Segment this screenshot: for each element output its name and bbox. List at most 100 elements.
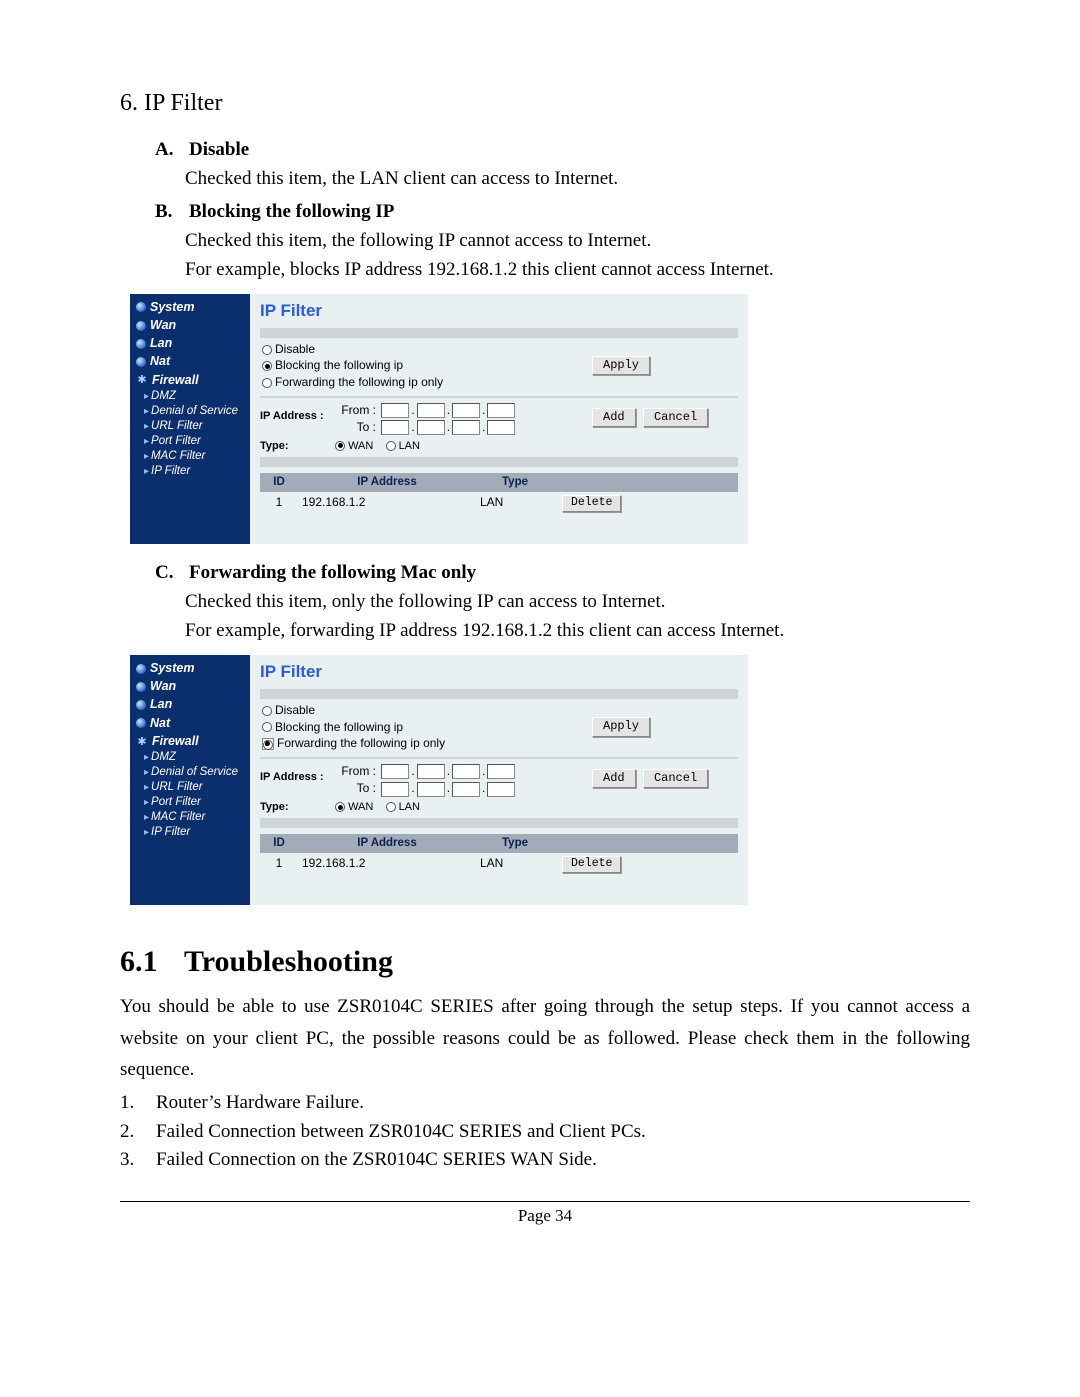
sidebar-item-wan-2[interactable]: Wan [136,677,246,695]
divider-bar [260,328,738,338]
ip-from-2b[interactable] [417,764,445,779]
troubleshooting-heading: 6.1Troubleshooting [120,945,970,979]
add-button-2[interactable]: Add [592,769,636,789]
sidebar-sub-urlfilter-2[interactable]: URL Filter [136,780,246,795]
ip-to-2[interactable] [417,420,445,435]
ip-filter-table-2: ID IP Address Type 1 192.168.1.2 LAN Del… [260,834,738,875]
ip-to-4b[interactable] [487,782,515,797]
radio-blocking-2[interactable] [262,722,272,732]
sidebar-item-lan-2[interactable]: Lan [136,695,246,713]
type-lan-label-2: LAN [399,801,420,813]
footer-rule [120,1201,970,1202]
radio-forwarding-2[interactable] [262,738,274,750]
item-letter-a: A. [155,139,185,161]
sidebar-item-system-2[interactable]: System [136,659,246,677]
item-title-b: Blocking the following IP [189,201,394,222]
add-button[interactable]: Add [592,408,636,428]
ip-to-1[interactable] [381,420,409,435]
sidebar-item-nat-2[interactable]: Nat [136,714,246,732]
from-label-2: From : [336,764,376,780]
radio-disable-2[interactable] [262,706,272,716]
cell-ip: 192.168.1.2 [298,492,476,514]
ip-from-4[interactable] [487,403,515,418]
delete-button-2[interactable]: Delete [562,856,621,873]
table-row: 1 192.168.1.2 LAN Delete [260,492,738,514]
th-type: Type [476,473,554,492]
item-desc-b-1: Checked this item, the following IP cann… [185,227,970,255]
sidebar-item-nat[interactable]: Nat [136,352,246,370]
troubleshooting-para: You should be able to use ZSR0104C SERIE… [120,991,970,1085]
th-id-2: ID [260,834,298,853]
radio-disable-label: Disable [275,342,315,356]
divider-thin-2 [260,757,738,759]
th-id: ID [260,473,298,492]
router-sidebar-2: System Wan Lan Nat Firewall DMZ Denial o… [130,655,250,905]
item-desc-c-2: For example, forwarding IP address 192.1… [185,617,970,645]
cell-type: LAN [476,492,554,514]
delete-button[interactable]: Delete [562,495,621,512]
sidebar-sub-dmz[interactable]: DMZ [136,389,246,404]
troubleshooting-title: Troubleshooting [184,945,393,978]
radio-type-wan-2[interactable] [335,802,345,812]
divider-bar-3 [260,689,738,699]
apply-button-2[interactable]: Apply [592,717,650,737]
item-title-c: Forwarding the following Mac only [189,562,476,583]
sidebar-sub-dmz-2[interactable]: DMZ [136,750,246,765]
cell-type-2: LAN [476,853,554,875]
item-desc-c-1: Checked this item, only the following IP… [185,588,970,616]
sidebar-item-firewall-2[interactable]: Firewall [136,732,246,750]
type-wan-label-2: WAN [348,801,373,813]
sidebar-sub-urlfilter[interactable]: URL Filter [136,419,246,434]
th-ip-2: IP Address [298,834,476,853]
ip-from-3[interactable] [452,403,480,418]
sidebar-item-lan[interactable]: Lan [136,334,246,352]
ip-to-4[interactable] [487,420,515,435]
radio-forwarding-label-2: Forwarding the following ip only [277,736,445,750]
radio-type-lan-2[interactable] [386,802,396,812]
sidebar-sub-portfilter[interactable]: Port Filter [136,434,246,449]
sidebar-sub-dos-2[interactable]: Denial of Service [136,765,246,780]
item-title-a: Disable [189,139,249,160]
sidebar-sub-ipfilter-2[interactable]: IP Filter [136,825,246,840]
troubleshooting-num: 6.1 [120,945,184,979]
sidebar-sub-macfilter-2[interactable]: MAC Filter [136,810,246,825]
radio-disable-label-2: Disable [275,703,315,717]
router-title: IP Filter [260,300,738,322]
ip-from-1[interactable] [381,403,409,418]
ts-step-1: 1.Router’s Hardware Failure. [120,1089,970,1118]
radio-blocking[interactable] [262,361,272,371]
ts-step-2: 2.Failed Connection between ZSR0104C SER… [120,1118,970,1147]
apply-button[interactable]: Apply [592,356,650,376]
radio-blocking-label-2: Blocking the following ip [275,720,403,734]
table-row-2: 1 192.168.1.2 LAN Delete [260,853,738,875]
ip-from-4b[interactable] [487,764,515,779]
cancel-button-2[interactable]: Cancel [643,769,708,789]
cancel-button[interactable]: Cancel [643,408,708,428]
ip-to-2b[interactable] [417,782,445,797]
radio-forwarding[interactable] [262,378,272,388]
ip-from-3b[interactable] [452,764,480,779]
ip-to-3b[interactable] [452,782,480,797]
sidebar-sub-dos[interactable]: Denial of Service [136,404,246,419]
ip-filter-table: ID IP Address Type 1 192.168.1.2 LAN Del… [260,473,738,514]
cell-id-2: 1 [260,853,298,875]
ip-to-1b[interactable] [381,782,409,797]
sidebar-item-system[interactable]: System [136,298,246,316]
th-ip: IP Address [298,473,476,492]
type-lan-label: LAN [399,440,420,452]
item-letter-c: C. [155,562,185,584]
sidebar-item-wan[interactable]: Wan [136,316,246,334]
type-label-2: Type: [260,800,332,814]
ip-from-1b[interactable] [381,764,409,779]
sidebar-item-firewall[interactable]: Firewall [136,371,246,389]
from-label: From : [336,403,376,419]
sidebar-sub-ipfilter[interactable]: IP Filter [136,464,246,479]
ip-from-2[interactable] [417,403,445,418]
radio-type-lan[interactable] [386,441,396,451]
sidebar-sub-macfilter[interactable]: MAC Filter [136,449,246,464]
radio-type-wan[interactable] [335,441,345,451]
ip-to-3[interactable] [452,420,480,435]
sidebar-sub-portfilter-2[interactable]: Port Filter [136,795,246,810]
cell-ip-2: 192.168.1.2 [298,853,476,875]
radio-disable[interactable] [262,345,272,355]
